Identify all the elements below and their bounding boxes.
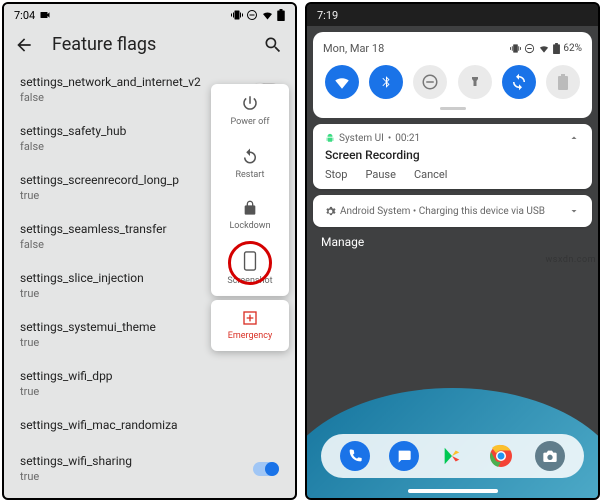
action-cancel[interactable]: Cancel xyxy=(414,168,447,181)
nav-pill[interactable] xyxy=(408,489,498,493)
restart-icon xyxy=(241,147,259,165)
settings-icon xyxy=(325,206,336,217)
qs-battery-saver[interactable] xyxy=(546,65,580,99)
status-time: 7:19 xyxy=(317,9,338,22)
videocam-icon xyxy=(39,9,51,21)
notif-android-text: Android System • Charging this device vi… xyxy=(340,206,545,217)
qs-wifi[interactable] xyxy=(325,65,359,99)
flag-row[interactable]: settings_wifi_dpptrue xyxy=(4,359,295,408)
chevron-down-icon[interactable] xyxy=(568,205,580,217)
app-phone[interactable] xyxy=(340,441,370,471)
battery-icon xyxy=(553,43,560,54)
search-icon[interactable] xyxy=(263,35,283,55)
vibrate-icon xyxy=(510,43,521,54)
flag-row[interactable]: settings_wifi_mac_randomiza xyxy=(4,408,295,444)
restart-button[interactable]: Restart xyxy=(211,137,289,190)
screenshot-icon xyxy=(243,251,257,271)
lockdown-button[interactable]: Lockdown xyxy=(211,190,289,241)
manage-button[interactable]: Manage xyxy=(321,235,584,249)
home-background xyxy=(307,378,598,498)
device-right: 7:19 Mon, Mar 18 62% System UI xyxy=(305,2,600,500)
status-bar-left: 7:04 xyxy=(4,4,295,26)
emergency-button[interactable]: Emergency xyxy=(211,300,289,351)
power-icon xyxy=(241,94,259,112)
qs-flashlight[interactable] xyxy=(458,65,492,99)
quick-settings-row xyxy=(323,65,582,99)
notif-time: 00:21 xyxy=(395,133,420,144)
power-menu: Power off Restart Lockdown Screenshot Em… xyxy=(211,84,289,351)
android-icon xyxy=(325,133,335,143)
power-card-emergency: Emergency xyxy=(211,300,289,351)
vibrate-icon xyxy=(231,9,243,21)
action-pause[interactable]: Pause xyxy=(365,168,395,181)
status-time: 7:04 xyxy=(14,9,35,22)
app-chrome[interactable] xyxy=(486,441,516,471)
notif-app: System UI xyxy=(339,133,384,144)
power-card-main: Power off Restart Lockdown Screenshot xyxy=(211,84,289,296)
notif-title: Screen Recording xyxy=(325,148,580,162)
qs-dnd[interactable] xyxy=(413,65,447,99)
shade-status-icons: 62% xyxy=(510,43,582,54)
status-bar-right: 7:19 xyxy=(307,4,598,26)
battery-icon xyxy=(277,9,285,21)
emergency-icon xyxy=(242,310,258,326)
app-play[interactable] xyxy=(437,441,467,471)
device-left: 7:04 Feature flags settings_network_and_… xyxy=(2,2,297,500)
chevron-up-icon[interactable] xyxy=(568,132,580,144)
dnd-icon xyxy=(246,9,258,21)
battery-text: 62% xyxy=(563,43,582,54)
notification-androidsystem[interactable]: Android System • Charging this device vi… xyxy=(313,195,592,227)
wifi-icon xyxy=(261,9,274,21)
dock xyxy=(321,434,584,478)
dnd-icon xyxy=(524,43,535,54)
notification-screenrecord[interactable]: System UI • 00:21 Screen Recording Stop … xyxy=(313,124,592,189)
page-title: Feature flags xyxy=(52,34,263,55)
power-off-button[interactable]: Power off xyxy=(211,84,289,137)
action-stop[interactable]: Stop xyxy=(325,168,347,181)
qs-bluetooth[interactable] xyxy=(369,65,403,99)
toggle[interactable] xyxy=(253,462,279,476)
drag-handle[interactable] xyxy=(440,107,466,110)
screenshot-button[interactable]: Screenshot xyxy=(211,241,289,296)
app-messages[interactable] xyxy=(389,441,419,471)
back-icon[interactable] xyxy=(14,35,34,55)
header-left: Feature flags xyxy=(4,26,295,65)
qs-autorotate[interactable] xyxy=(502,65,536,99)
wifi-icon xyxy=(538,43,550,54)
lock-icon xyxy=(242,200,258,216)
flag-row[interactable]: settings_wifi_sharingtrue xyxy=(4,444,295,493)
app-camera[interactable] xyxy=(535,441,565,471)
quick-settings-panel: Mon, Mar 18 62% xyxy=(313,32,592,118)
date-label: Mon, Mar 18 xyxy=(323,42,384,55)
